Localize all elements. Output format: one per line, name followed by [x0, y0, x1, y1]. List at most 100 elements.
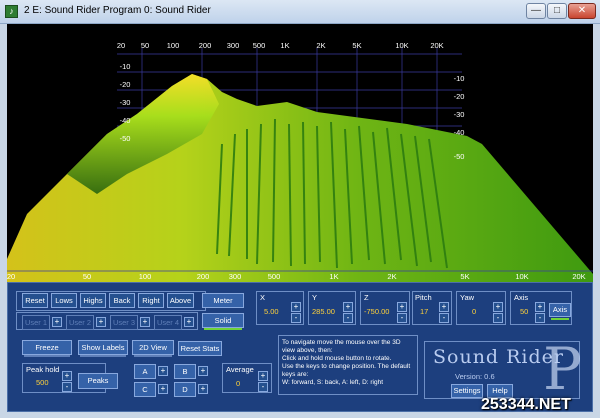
maximize-button[interactable]: □: [547, 3, 567, 19]
preset-d-add-button[interactable]: +: [198, 384, 208, 394]
top-frequency-label: 300: [227, 41, 240, 50]
sound-rider-logo: Sound Rider: [433, 346, 565, 368]
pitch-value: 17: [420, 307, 429, 316]
user-4-add-button[interactable]: +: [184, 317, 194, 327]
top-frequency-label: 5K: [352, 41, 361, 50]
user-1-button[interactable]: User 1: [22, 315, 50, 330]
y-value: 285.00: [312, 307, 335, 316]
top-frequency-label: 20K: [430, 41, 443, 50]
preset-b-button[interactable]: B: [174, 364, 196, 379]
app-icon: ♪: [5, 5, 18, 18]
user-1-add-button[interactable]: +: [52, 317, 62, 327]
axis-label: Axis: [514, 293, 529, 302]
user-2-add-button[interactable]: +: [96, 317, 106, 327]
user-3-add-button[interactable]: +: [140, 317, 150, 327]
close-button[interactable]: ✕: [568, 3, 596, 19]
y-label: Y: [312, 293, 318, 302]
freeze-button[interactable]: Freeze: [22, 340, 72, 355]
2d-view-button[interactable]: 2D View: [132, 340, 174, 355]
spectrum-3d-view[interactable]: 20 50 100 200 300 500 1K 2K 5K 10K 20K 20 50 100 200 3…: [7, 24, 593, 282]
top-frequency-label: 1K: [280, 41, 289, 50]
peak-hold-value: 500: [36, 378, 49, 387]
right-button[interactable]: Right: [138, 293, 164, 308]
peaks-button[interactable]: Peaks: [78, 373, 118, 389]
top-frequency-label: 500: [253, 41, 266, 50]
right-db-label: -30: [454, 110, 465, 119]
reset-button[interactable]: Reset: [22, 293, 48, 308]
preset-a-add-button[interactable]: +: [158, 366, 168, 376]
left-db-label: -30: [120, 98, 131, 107]
above-button[interactable]: Above: [167, 293, 194, 308]
bottom-frequency-label: 2K: [387, 272, 396, 281]
axis-decrease-button[interactable]: -: [535, 313, 545, 323]
user-2-button[interactable]: User 2: [66, 315, 94, 330]
yaw-decrease-button[interactable]: -: [493, 313, 503, 323]
navigation-help-text: To navigate move the mouse over the 3D v…: [278, 335, 418, 395]
yaw-label: Yaw: [460, 293, 475, 302]
solid-button[interactable]: Solid: [202, 313, 244, 328]
bottom-frequency-label: 500: [268, 272, 281, 281]
show-labels-indicator: [80, 355, 126, 357]
axis-increase-button[interactable]: +: [535, 302, 545, 312]
back-button[interactable]: Back: [109, 293, 135, 308]
y-increase-button[interactable]: +: [343, 302, 353, 312]
right-db-label: -20: [454, 92, 465, 101]
preset-c-button[interactable]: C: [134, 382, 156, 397]
lows-button[interactable]: Lows: [51, 293, 77, 308]
bottom-frequency-label: 20K: [572, 272, 585, 281]
yaw-increase-button[interactable]: +: [493, 302, 503, 312]
bottom-frequency-label: 100: [139, 272, 152, 281]
left-db-label: -40: [120, 116, 131, 125]
user-4-button[interactable]: User 4: [154, 315, 182, 330]
minimize-button[interactable]: —: [526, 3, 546, 19]
settings-button[interactable]: Settings: [451, 384, 483, 398]
right-db-label: -50: [454, 152, 465, 161]
top-frequency-axis: 20 50 100 200 300 500 1K 2K 5K 10K 20K: [117, 41, 444, 50]
x-increase-button[interactable]: +: [291, 302, 301, 312]
preset-d-button[interactable]: D: [174, 382, 196, 397]
z-decrease-button[interactable]: -: [397, 313, 407, 323]
preset-c-add-button[interactable]: +: [158, 384, 168, 394]
spectrum-3d-canvas: 20 50 100 200 300 500 1K 2K 5K 10K 20K 20 50 100 200 3…: [7, 41, 593, 282]
bottom-frequency-label: 200: [197, 272, 210, 281]
preset-b-add-button[interactable]: +: [198, 366, 208, 376]
bottom-frequency-label: 5K: [460, 272, 469, 281]
z-value: -750.00: [364, 307, 390, 316]
right-db-label: -40: [454, 128, 465, 137]
right-db-label: -10: [454, 74, 465, 83]
meter-button[interactable]: Meter: [202, 293, 244, 308]
solid-indicator: [204, 328, 242, 330]
window-title: 2 E: Sound Rider Program 0: Sound Rider: [24, 5, 211, 16]
top-frequency-label: 2K: [316, 41, 325, 50]
axis-indicator: [551, 318, 569, 320]
preset-a-button[interactable]: A: [134, 364, 156, 379]
bottom-frequency-label: 50: [83, 272, 91, 281]
left-db-label: -50: [120, 134, 131, 143]
control-panel: Reset Lows Highs Back Right Above Meter …: [7, 282, 593, 412]
top-frequency-label: 100: [167, 41, 180, 50]
y-decrease-button[interactable]: -: [343, 313, 353, 323]
highs-button[interactable]: Highs: [80, 293, 106, 308]
x-value: 5.00: [264, 307, 279, 316]
z-increase-button[interactable]: +: [397, 302, 407, 312]
average-increase-button[interactable]: +: [258, 371, 268, 381]
average-decrease-button[interactable]: -: [258, 382, 268, 392]
left-db-label: -10: [120, 62, 131, 71]
peak-hold-increase-button[interactable]: +: [62, 371, 72, 381]
axis-value: 50: [520, 307, 529, 316]
average-value: 0: [236, 379, 241, 388]
pitch-decrease-button[interactable]: -: [439, 313, 449, 323]
z-label: Z: [364, 293, 369, 302]
reset-stats-button[interactable]: Reset Stats: [178, 341, 222, 356]
bottom-frequency-label: 20: [7, 272, 15, 281]
x-decrease-button[interactable]: -: [291, 313, 301, 323]
2d-view-indicator: [134, 355, 172, 357]
top-frequency-label: 200: [199, 41, 212, 50]
peak-hold-decrease-button[interactable]: -: [62, 382, 72, 392]
axis-toggle-button[interactable]: Axis: [549, 303, 571, 317]
freeze-indicator: [24, 355, 70, 357]
user-3-button[interactable]: User 3: [110, 315, 138, 330]
average-label: Average: [226, 365, 254, 374]
pitch-increase-button[interactable]: +: [439, 302, 449, 312]
show-labels-button[interactable]: Show Labels: [78, 340, 128, 355]
